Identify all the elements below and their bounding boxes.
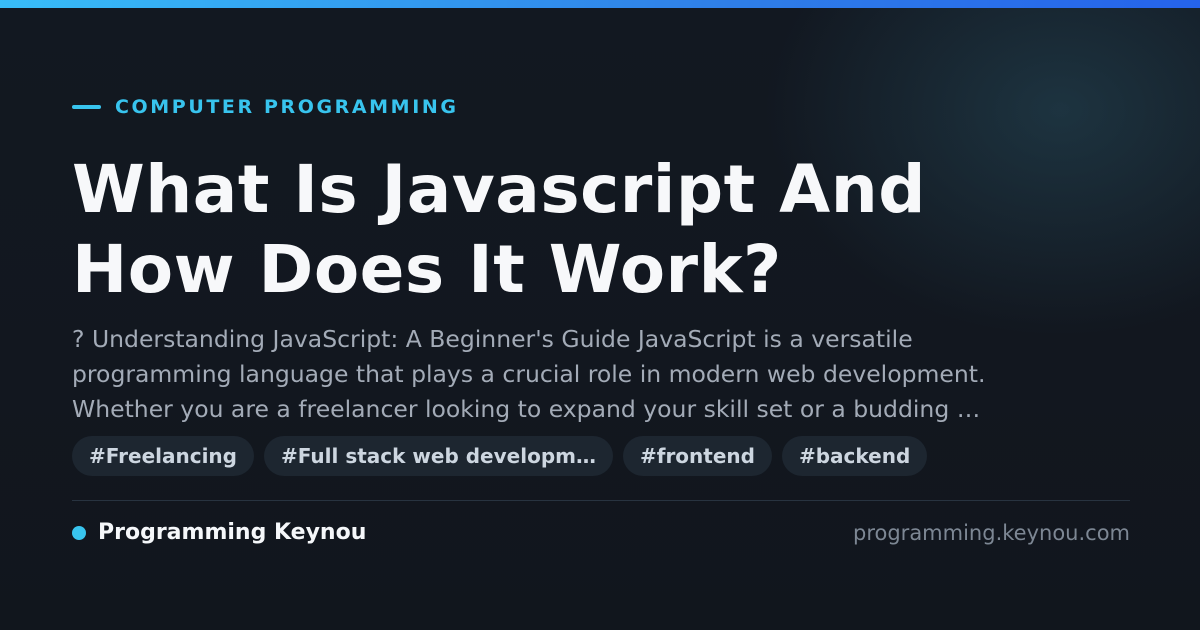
footer-divider	[72, 500, 1130, 501]
category-label: COMPUTER PROGRAMMING	[115, 96, 459, 118]
article-title: What Is Javascript And How Does It Work?	[72, 150, 1130, 310]
title-line-1: What Is Javascript And	[72, 151, 926, 228]
title-line-2: How Does It Work?	[72, 231, 782, 308]
category-eyebrow: COMPUTER PROGRAMMING	[72, 96, 459, 118]
site-domain: programming.keynou.com	[853, 521, 1130, 545]
tag-backend[interactable]: #backend	[781, 436, 928, 476]
accent-line-icon	[72, 105, 101, 109]
description-line-3: Whether you are a freelancer looking to …	[72, 395, 981, 423]
article-description: ? Understanding JavaScript: A Beginner's…	[72, 322, 1130, 427]
tag-list: #Freelancing #Full stack web developm… #…	[72, 436, 928, 476]
tag-freelancing[interactable]: #Freelancing	[72, 436, 254, 476]
tag-frontend[interactable]: #frontend	[622, 436, 772, 476]
dot-icon	[72, 526, 86, 540]
brand: Programming Keynou	[72, 519, 366, 547]
description-line-2: programming language that plays a crucia…	[72, 360, 986, 388]
description-line-1: ? Understanding JavaScript: A Beginner's…	[72, 325, 913, 353]
top-accent-bar	[0, 0, 1200, 8]
tag-full-stack[interactable]: #Full stack web developm…	[264, 436, 613, 476]
site-name: Programming Keynou	[98, 520, 367, 545]
